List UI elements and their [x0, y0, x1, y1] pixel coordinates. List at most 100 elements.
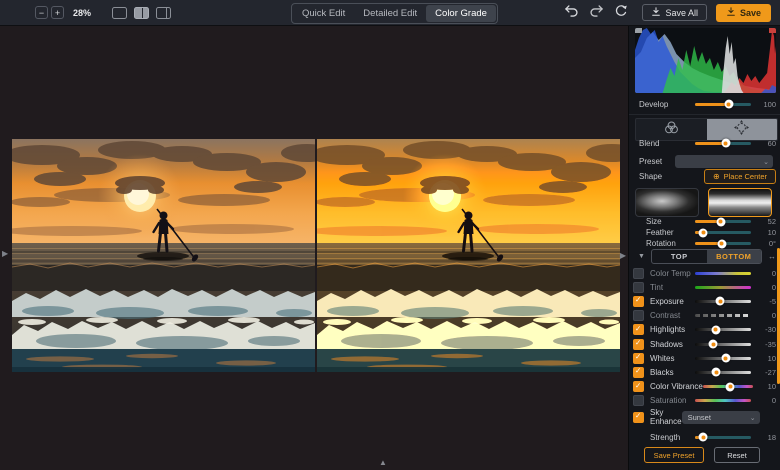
shape-sliders: Size52Feather10Rotation0°	[639, 216, 776, 249]
save-all-button[interactable]: Save All	[642, 4, 707, 21]
adjustment-row-saturation: Saturation0	[633, 394, 776, 408]
before-image[interactable]	[12, 139, 315, 372]
panel-buttons: Save Preset Reset	[635, 447, 776, 463]
preset-row: Preset	[639, 155, 773, 168]
blend-value: 60	[756, 139, 776, 148]
shape-slider-row-rotation: Rotation0°	[639, 238, 776, 249]
feather-slider[interactable]	[695, 231, 751, 234]
view-mode-switcher	[112, 7, 171, 19]
tab-top[interactable]: TOP	[652, 250, 707, 263]
zoom-level: 28%	[73, 8, 91, 18]
contrast-slider[interactable]	[695, 314, 751, 317]
color-temp-slider[interactable]	[695, 272, 751, 275]
reset-button[interactable]: Reset	[714, 447, 760, 463]
exposure-slider[interactable]	[695, 300, 751, 303]
highlights-slider[interactable]	[695, 328, 751, 331]
shape-thumbnails	[635, 188, 776, 217]
reset-edits-button[interactable]	[613, 5, 629, 21]
filmstrip-toggle-icon[interactable]	[379, 458, 387, 467]
download-icon	[651, 6, 661, 19]
shadows-checkbox[interactable]	[633, 339, 644, 350]
blend-slider[interactable]	[695, 142, 751, 145]
undo-button[interactable]	[563, 5, 579, 21]
toolbar: − + 28% Quick Edit Detailed Edit Color G…	[0, 0, 780, 26]
shadows-slider[interactable]	[695, 343, 751, 346]
adjustment-row-exposure: Exposure-5	[633, 294, 776, 308]
blacks-slider[interactable]	[695, 371, 751, 374]
exposure-checkbox[interactable]	[633, 296, 644, 307]
adjustment-row-whites: Whites10	[633, 351, 776, 365]
adjustments-list: Color Temp0Tint0Exposure-5Contrast0Highl…	[633, 266, 776, 408]
size-slider[interactable]	[695, 220, 751, 223]
saturation-slider[interactable]	[695, 399, 751, 402]
single-view-icon[interactable]	[112, 7, 127, 19]
whites-slider[interactable]	[695, 357, 751, 360]
adjustment-row-contrast: Contrast0	[633, 309, 776, 323]
adjustment-row-blacks: Blacks-27	[633, 365, 776, 379]
develop-row: Develop 100	[639, 98, 776, 110]
double-arrow-icon[interactable]	[766, 252, 776, 261]
linear-mask-thumbnail[interactable]	[708, 188, 772, 217]
side-by-side-view-icon[interactable]	[156, 7, 171, 19]
tab-detailed-edit[interactable]: Detailed Edit	[354, 5, 426, 22]
edit-panel: Develop 100 Blend 60 Preset S	[628, 25, 780, 470]
radial-mask-thumbnail[interactable]	[635, 188, 699, 217]
color-vibrance-slider[interactable]	[703, 385, 753, 388]
sky-enhance-dropdown[interactable]: Sunset	[682, 411, 760, 424]
preset-dropdown[interactable]	[675, 155, 773, 168]
after-image[interactable]	[317, 139, 620, 372]
edit-mode-tabs: Quick Edit Detailed Edit Color Grade	[291, 3, 498, 24]
whites-checkbox[interactable]	[633, 353, 644, 364]
strength-value: 18	[756, 433, 776, 442]
rotation-slider[interactable]	[695, 242, 751, 245]
color-wheels-icon	[664, 121, 679, 139]
strength-slider[interactable]	[695, 436, 751, 439]
blacks-checkbox[interactable]	[633, 367, 644, 378]
refresh-icon	[614, 4, 628, 21]
shadow-clipping-indicator[interactable]	[635, 28, 642, 33]
tint-slider[interactable]	[695, 286, 751, 289]
tab-quick-edit[interactable]: Quick Edit	[293, 5, 354, 22]
adjustment-row-tint: Tint0	[633, 280, 776, 294]
highlight-clipping-indicator[interactable]	[769, 28, 776, 33]
sky-enhance-checkbox[interactable]	[633, 412, 644, 423]
color-vibrance-checkbox[interactable]	[633, 381, 644, 392]
tint-checkbox[interactable]	[633, 282, 644, 293]
strength-row: Strength 18	[639, 431, 776, 443]
mask-position-tabs: TOP BOTTOM	[651, 249, 762, 264]
tab-bottom[interactable]: BOTTOM	[707, 250, 762, 263]
shape-slider-row-size: Size52	[639, 216, 776, 227]
shape-row: Shape Place Center	[639, 169, 776, 184]
mask-position-row: TOP BOTTOM	[638, 249, 776, 263]
save-preset-button[interactable]: Save Preset	[644, 447, 704, 463]
toolbar-right: Save All Save	[563, 4, 780, 22]
app-window: { "toolbar": { "zoom_out_label": "−", "z…	[0, 0, 780, 470]
histogram[interactable]	[635, 28, 776, 93]
place-center-button[interactable]: Place Center	[704, 169, 776, 184]
canvas	[0, 25, 628, 470]
save-button[interactable]: Save	[716, 4, 771, 22]
saturation-checkbox[interactable]	[633, 395, 644, 406]
blend-row: Blend 60	[639, 137, 776, 149]
color-temp-checkbox[interactable]	[633, 268, 644, 279]
zoom-in-button[interactable]: +	[51, 6, 64, 19]
contrast-checkbox[interactable]	[633, 310, 644, 321]
zoom-out-button[interactable]: −	[35, 6, 48, 19]
tab-color-grade[interactable]: Color Grade	[426, 5, 496, 22]
zoom-controls: − + 28%	[0, 6, 171, 19]
adjustment-row-shadows: Shadows-35	[633, 337, 776, 351]
develop-value: 100	[756, 100, 776, 109]
triangle-down-icon[interactable]	[638, 253, 649, 260]
chevron-down-icon	[763, 158, 769, 166]
shape-slider-row-feather: Feather10	[639, 227, 776, 238]
right-panel-toggle-icon[interactable]	[620, 251, 626, 260]
left-panel-toggle-icon[interactable]	[2, 249, 8, 258]
redo-button[interactable]	[588, 5, 604, 21]
redo-icon	[589, 4, 604, 21]
highlights-checkbox[interactable]	[633, 324, 644, 335]
split-view-icon[interactable]	[134, 7, 149, 19]
undo-icon	[564, 4, 579, 21]
develop-slider[interactable]	[695, 103, 751, 106]
sky-enhance-row: Sky Enhance Sunset	[633, 409, 776, 425]
crosshair-icon	[713, 172, 720, 181]
